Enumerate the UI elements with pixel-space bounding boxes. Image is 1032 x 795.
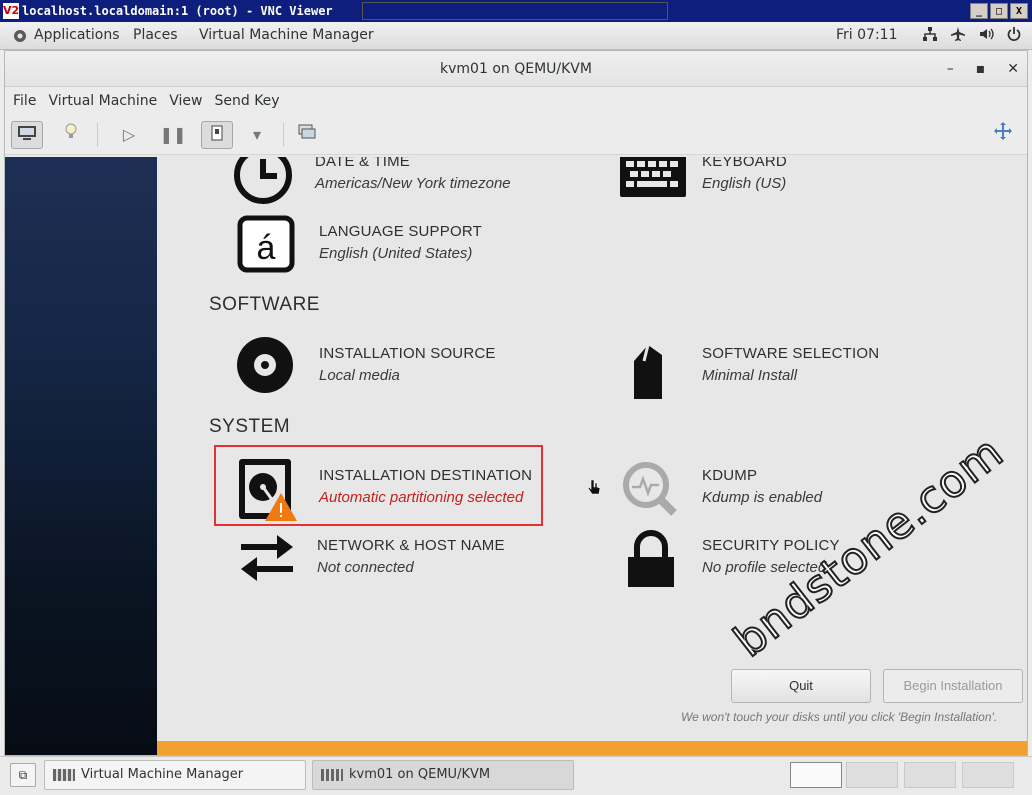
power-icon[interactable] <box>1006 26 1022 46</box>
vnc-window-controls: _ □ X <box>970 3 1028 19</box>
vm-window-titlebar: kvm01 on QEMU/KVM – ▪ ✕ <box>5 51 1027 87</box>
vm-toolbar: ▷ ❚❚ ▾ <box>5 115 1027 155</box>
fullscreen-resize-icon[interactable] <box>987 121 1019 149</box>
package-icon <box>620 337 682 399</box>
vmm-task-icon <box>53 769 75 781</box>
category-system: SYSTEM <box>209 416 291 437</box>
spoke-status: Minimal Install <box>702 367 798 384</box>
show-desktop-icon[interactable]: ⧉ <box>10 763 36 787</box>
vnc-minimize-button[interactable]: _ <box>970 3 988 19</box>
hand-cursor-icon <box>587 479 601 499</box>
warning-bar <box>157 741 1027 755</box>
kdump-search-icon <box>620 459 682 521</box>
vnc-title: localhost.localdomain:1 (root) - VNC Vie… <box>22 4 333 18</box>
spoke-title: INSTALLATION DESTINATION <box>319 467 533 484</box>
run-icon[interactable]: ▷ <box>113 121 145 149</box>
vnc-logo-icon: V2 <box>3 3 20 19</box>
console-view-icon[interactable] <box>11 121 43 149</box>
harddisk-warning-icon <box>237 459 299 521</box>
clock[interactable]: Fri 07:11 <box>836 27 897 43</box>
vnc-close-button[interactable]: X <box>1010 3 1028 19</box>
task-virtual-machine-manager[interactable]: Virtual Machine Manager <box>44 760 306 790</box>
menu-view[interactable]: View <box>163 93 208 109</box>
installer-sidebar <box>5 157 157 755</box>
spoke-network-hostname[interactable]: NETWORK & HOST NAME Not connected <box>235 529 595 593</box>
spoke-title: DATE & TIME <box>315 157 410 170</box>
workspace-1[interactable] <box>790 762 842 788</box>
spoke-status: Americas/New York timezone <box>315 175 511 192</box>
menu-virtual-machine[interactable]: Virtual Machine <box>42 93 163 109</box>
spoke-title: SECURITY POLICY <box>702 537 840 554</box>
language-icon: á <box>237 215 299 277</box>
spoke-status: English (United States) <box>319 245 473 262</box>
spoke-status: English (US) <box>702 175 787 192</box>
spoke-title: KEYBOARD <box>702 157 787 170</box>
spoke-installation-source[interactable]: INSTALLATION SOURCE Local media <box>237 337 597 401</box>
vm-console-window: kvm01 on QEMU/KVM – ▪ ✕ File Virtual Mac… <box>4 50 1028 756</box>
spoke-status-warning: Automatic partitioning selected <box>319 489 524 506</box>
minimize-icon[interactable]: – <box>947 51 954 87</box>
vnc-maximize-button[interactable]: □ <box>990 3 1008 19</box>
spoke-status: Local media <box>319 367 400 384</box>
close-icon[interactable]: ✕ <box>1007 51 1019 87</box>
category-software: SOFTWARE <box>209 294 320 315</box>
vm-window-title: kvm01 on QEMU/KVM <box>440 61 592 77</box>
spoke-keyboard[interactable]: KEYBOARD English (US) <box>620 157 980 209</box>
airplane-icon[interactable] <box>950 26 966 46</box>
quit-button[interactable]: Quit <box>731 669 871 703</box>
disc-icon <box>237 337 299 399</box>
begin-installation-button[interactable]: Begin Installation <box>883 669 1023 703</box>
menu-send-key[interactable]: Send Key <box>208 93 285 109</box>
network-icon[interactable] <box>922 26 938 46</box>
clock-icon <box>233 157 295 207</box>
lock-icon <box>620 529 682 591</box>
volume-icon[interactable] <box>978 26 994 46</box>
menu-file[interactable]: File <box>7 93 42 109</box>
installation-summary: DATE & TIME Americas/New York timezone K… <box>157 157 1027 755</box>
vm-task-icon <box>321 769 343 781</box>
gnome-top-bar: Applications Places Virtual Machine Mana… <box>0 22 1032 50</box>
shutdown-menu-chevron-down-icon[interactable]: ▾ <box>241 121 273 149</box>
spoke-title: NETWORK & HOST NAME <box>317 537 505 554</box>
spoke-language-support[interactable]: á LANGUAGE SUPPORT English (United State… <box>237 215 597 279</box>
pause-icon[interactable]: ❚❚ <box>157 121 189 149</box>
spoke-status: Kdump is enabled <box>702 489 823 506</box>
snapshots-icon[interactable] <box>291 121 323 149</box>
keyboard-icon <box>620 157 686 207</box>
spoke-title: LANGUAGE SUPPORT <box>319 223 482 240</box>
gnome-taskbar: ⧉ Virtual Machine Manager kvm01 on QEMU/… <box>0 756 1032 795</box>
task-label: kvm01 on QEMU/KVM <box>349 767 491 782</box>
vm-menubar: File Virtual Machine View Send Key <box>5 87 1027 115</box>
spoke-status: Not connected <box>317 559 414 576</box>
vnc-titlebar: V2 localhost.localdomain:1 (root) - VNC … <box>0 0 1032 22</box>
guest-display[interactable]: DATE & TIME Americas/New York timezone K… <box>5 157 1027 755</box>
workspace-4[interactable] <box>962 762 1014 788</box>
svg-text:á: á <box>257 229 276 267</box>
system-tray <box>922 26 1022 46</box>
spoke-title: INSTALLATION SOURCE <box>319 345 496 362</box>
details-lightbulb-icon[interactable] <box>55 121 87 149</box>
workspace-3[interactable] <box>904 762 956 788</box>
task-label: Virtual Machine Manager <box>81 767 244 782</box>
applications-icon <box>12 28 28 48</box>
vnc-title-field <box>362 2 668 20</box>
spoke-title: KDUMP <box>702 467 758 484</box>
spoke-software-selection[interactable]: SOFTWARE SELECTION Minimal Install <box>620 337 980 401</box>
vmm-app-menu[interactable]: Virtual Machine Manager <box>199 27 374 43</box>
places-menu[interactable]: Places <box>133 27 178 43</box>
maximize-icon[interactable]: ▪ <box>976 51 986 87</box>
network-arrows-icon <box>235 529 297 591</box>
spoke-installation-destination[interactable]: INSTALLATION DESTINATION Automatic parti… <box>237 459 597 523</box>
shutdown-icon[interactable] <box>201 121 233 149</box>
spoke-title: SOFTWARE SELECTION <box>702 345 880 362</box>
disk-safety-note: We won't touch your disks until you clic… <box>681 710 998 724</box>
applications-menu[interactable]: Applications <box>34 27 120 43</box>
task-kvm01-console[interactable]: kvm01 on QEMU/KVM <box>312 760 574 790</box>
spoke-date-time[interactable]: DATE & TIME Americas/New York timezone <box>233 157 593 209</box>
workspace-2[interactable] <box>846 762 898 788</box>
